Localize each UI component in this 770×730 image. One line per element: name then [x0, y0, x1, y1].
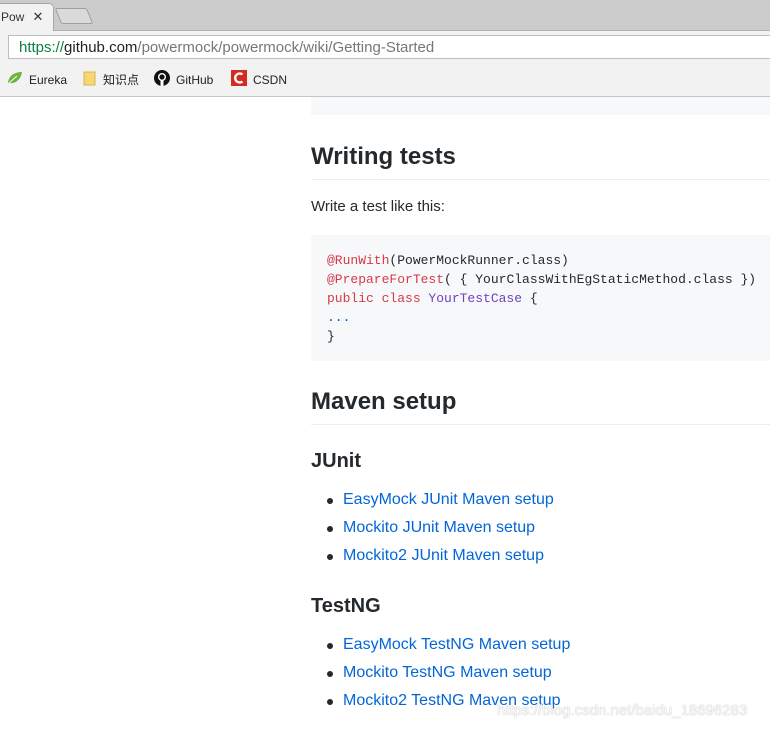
- address-bar: https://github.com/powermock/powermock/w…: [0, 31, 770, 64]
- list-item: Mockito JUnit Maven setup: [311, 516, 554, 544]
- bookmark-label: GitHub: [176, 73, 214, 88]
- heading-testng: TestNG: [311, 595, 381, 617]
- code-annotation: @RunWith: [327, 253, 390, 268]
- link-mockito-testng[interactable]: Mockito TestNG Maven setup: [343, 664, 552, 681]
- code-line-5: }: [327, 329, 335, 344]
- code-block: @RunWith(PowerMockRunner.class) @Prepare…: [311, 235, 770, 361]
- bookmark-eureka[interactable]: Eureka: [7, 70, 67, 90]
- code-class-name: YourTestCase: [428, 291, 523, 306]
- junit-link-list: EasyMock JUnit Maven setup Mockito JUnit…: [311, 488, 554, 572]
- code-text: (PowerMockRunner.class): [389, 253, 569, 268]
- code-line-4: ...: [327, 310, 351, 325]
- watermark: https://blog.csdn.net/baidu_18696283: [497, 702, 748, 719]
- link-easymock-junit[interactable]: EasyMock JUnit Maven setup: [343, 491, 554, 508]
- code-annotation: @PrepareForTest: [327, 272, 445, 287]
- close-icon[interactable]: ✕: [31, 4, 45, 30]
- list-item: Mockito TestNG Maven setup: [311, 661, 570, 689]
- page-viewport: Writing tests Write a test like this: @R…: [0, 97, 770, 730]
- list-item: Mockito2 JUnit Maven setup: [311, 544, 554, 572]
- github-icon: [154, 70, 170, 92]
- tab-strip: Power ✕: [0, 0, 770, 31]
- bookmark-csdn[interactable]: CSDN: [231, 70, 287, 90]
- new-tab-button[interactable]: [54, 8, 94, 24]
- heading-maven-setup: Maven setup: [311, 388, 770, 425]
- bookmark-label: 知识点: [103, 73, 140, 88]
- url-scheme: https://: [19, 39, 65, 56]
- url-input[interactable]: https://github.com/powermock/powermock/w…: [8, 35, 770, 59]
- tab-title: Power: [1, 10, 25, 24]
- heading-writing-tests: Writing tests: [311, 143, 770, 180]
- bookmark-label: Eureka: [29, 73, 68, 87]
- heading-junit: JUnit: [311, 450, 361, 472]
- code-line-2: @PrepareForTest( { YourClassWithEgStatic…: [327, 270, 756, 289]
- code-text: ( { YourClassWithEgStaticMethod.class }): [444, 272, 757, 287]
- csdn-icon: [231, 70, 247, 92]
- link-mockito2-junit[interactable]: Mockito2 JUnit Maven setup: [343, 547, 544, 564]
- bookmarks-bar: Eureka 知识点 GitHub CSDN: [0, 64, 770, 97]
- code-keyword: public class: [327, 291, 429, 306]
- bookmark-folder[interactable]: 知识点: [83, 70, 139, 90]
- previous-code-block: [311, 97, 770, 115]
- url-path: /powermock/powermock/wiki/Getting-Starte…: [137, 39, 435, 56]
- browser-tab[interactable]: Power ✕: [0, 3, 54, 31]
- link-mockito-junit[interactable]: Mockito JUnit Maven setup: [343, 519, 535, 536]
- list-item: EasyMock JUnit Maven setup: [311, 488, 554, 516]
- code-text: {: [522, 291, 538, 306]
- writing-tests-intro: Write a test like this:: [311, 198, 445, 215]
- bookmark-label: CSDN: [253, 73, 288, 88]
- link-easymock-testng[interactable]: EasyMock TestNG Maven setup: [343, 636, 570, 653]
- code-line-1: @RunWith(PowerMockRunner.class): [327, 251, 569, 270]
- list-item: EasyMock TestNG Maven setup: [311, 633, 570, 661]
- bookmark-github[interactable]: GitHub: [154, 70, 213, 90]
- folder-icon: [83, 70, 97, 92]
- url-host: github.com: [64, 39, 138, 56]
- code-line-3: public class YourTestCase {: [327, 289, 538, 308]
- spring-leaf-icon: [7, 71, 23, 91]
